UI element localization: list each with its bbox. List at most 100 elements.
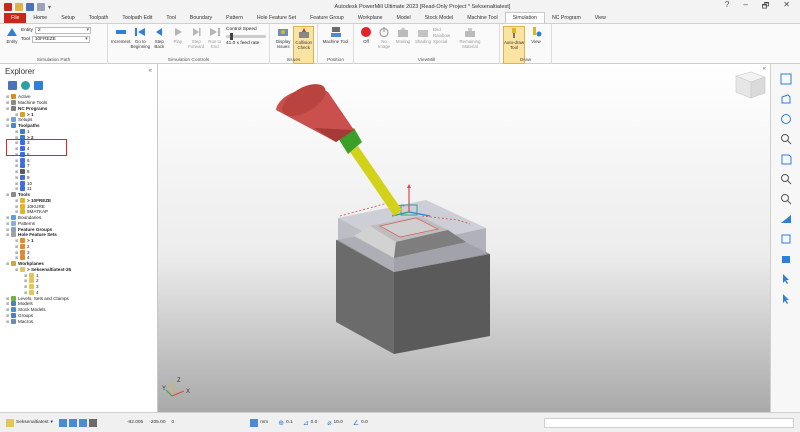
restore-button[interactable]: 🗗: [762, 0, 770, 14]
workplane-align-icon[interactable]: [78, 418, 87, 427]
explorer-view-icon[interactable]: [21, 81, 30, 90]
draw-group: Auto-draw Tool View Draw: [500, 24, 552, 64]
tab-workplane[interactable]: Workplane: [351, 13, 390, 23]
tree-item-icon: [20, 157, 25, 163]
snap-icon[interactable]: [68, 418, 77, 427]
refresh-icon[interactable]: [779, 152, 793, 166]
collision-check-icon: [298, 27, 310, 39]
help-button[interactable]: ?: [725, 0, 729, 14]
tree-item-label: > 1: [27, 238, 34, 244]
plane-icon[interactable]: [779, 212, 793, 226]
thickness-field[interactable]: ⊿ 0.0: [303, 419, 318, 427]
grid-icon[interactable]: [58, 418, 67, 427]
explorer-options-icon[interactable]: [8, 81, 17, 90]
coordinates: -82.005 -205.00 0: [127, 420, 174, 425]
3d-viewport[interactable]: « Z X Y: [158, 64, 770, 412]
tab-model[interactable]: Model: [390, 13, 418, 23]
tab-simulation[interactable]: Simulation: [504, 12, 545, 23]
iso-view-icon[interactable]: [779, 72, 793, 86]
minimize-button[interactable]: –: [743, 0, 747, 14]
viewmill-off-label: Off: [363, 39, 369, 44]
tree-item-icon: [20, 134, 25, 140]
zoom-box-icon[interactable]: [779, 192, 793, 206]
tab-hole-feature-set[interactable]: Hole Feature Set: [250, 13, 303, 23]
tree-item-label: Boundaries: [18, 215, 42, 221]
control-speed-label: Control Speed: [226, 27, 257, 32]
tab-home[interactable]: Home: [26, 13, 54, 23]
tab-feature-group[interactable]: Feature Group: [303, 13, 351, 23]
workplane-selector[interactable]: Seksenaltiatest ▾: [6, 418, 53, 427]
tree-item-label: 6: [27, 157, 30, 163]
tolerance-field[interactable]: ⊕ 0.1: [278, 419, 293, 427]
explorer-delete-icon[interactable]: [34, 81, 43, 90]
edit-icon[interactable]: [37, 3, 45, 11]
tree-item-icon: [20, 266, 25, 272]
viewmill-label: ViewMill: [417, 58, 436, 63]
tree-item-label: > 1: [27, 111, 34, 117]
angle-value: 0.0: [361, 420, 368, 425]
tab-toolpath[interactable]: Toolpath: [82, 13, 116, 23]
tree-item-label: 10: [27, 180, 33, 186]
power-icon: [378, 26, 390, 38]
tool-label: Tool: [21, 37, 30, 42]
tab-file[interactable]: File: [4, 13, 27, 23]
view-toolbar: [770, 64, 800, 412]
chevron-down-icon: ▾: [50, 420, 53, 425]
moving-label: Moving: [395, 39, 411, 44]
tab-toolpath-edit[interactable]: Toolpath Edit: [115, 13, 159, 23]
tree-item-label: > Seksenaltiatest-25: [27, 266, 72, 272]
tab-nc-program[interactable]: NC Program: [545, 13, 588, 23]
shading-option-special[interactable]: Special: [433, 39, 457, 44]
tree-item-icon: [20, 186, 25, 192]
tool-dropdown[interactable]: 10FREZE: [31, 36, 90, 43]
cube-icon[interactable]: [779, 252, 793, 266]
display-issues-label: Display Issues: [276, 39, 291, 49]
tree-item-label: Levels, Sets and Clamps: [18, 295, 69, 301]
tree-item-icon: [11, 295, 16, 301]
thickness-icon: ⊿: [302, 419, 309, 427]
no-image-label: No Image: [377, 39, 391, 49]
calculator-icon[interactable]: [88, 418, 97, 427]
shading-option-bird[interactable]: Bird: [433, 27, 457, 32]
entity-label: Entity: [21, 28, 33, 33]
entity-dropdown[interactable]: 2: [35, 27, 91, 34]
zoom-in-icon[interactable]: [779, 172, 793, 186]
tree-item-label: Tools: [18, 192, 30, 198]
issues-group: Display Issues Collision Check Issues: [270, 24, 318, 64]
tab-pattern[interactable]: Pattern: [219, 13, 250, 23]
tree-item-icon: [11, 261, 16, 267]
tab-machine-tool[interactable]: Machine Tool: [460, 13, 504, 23]
tree-item[interactable]: ⊞ Macros: [6, 318, 157, 324]
diameter-field[interactable]: ⌀ 10.0: [327, 419, 343, 427]
shading-icon: [417, 26, 429, 38]
save-icon[interactable]: [26, 3, 34, 11]
zoom-icon[interactable]: [779, 132, 793, 146]
tab-view[interactable]: View: [588, 13, 613, 23]
wireframe-icon[interactable]: [779, 232, 793, 246]
tab-tool[interactable]: Tool: [159, 13, 183, 23]
axis-z-label: Z: [177, 378, 181, 384]
front-view-icon[interactable]: [779, 92, 793, 106]
draw-label: Draw: [519, 58, 532, 63]
select-icon[interactable]: [779, 272, 793, 286]
speed-slider[interactable]: [226, 33, 266, 40]
units-selector[interactable]: mm: [250, 418, 268, 427]
angle-field[interactable]: ∠ 0.0: [353, 419, 368, 427]
qat-menu-icon[interactable]: ▾: [48, 4, 51, 11]
tab-boundary[interactable]: Boundary: [183, 13, 219, 23]
pointer-icon[interactable]: [779, 292, 793, 306]
view-cube[interactable]: [735, 71, 766, 99]
tab-setup[interactable]: Setup: [54, 13, 82, 23]
shaded-view-icon[interactable]: [779, 112, 793, 126]
speed-slider-knob[interactable]: [230, 33, 234, 40]
tab-stock-model[interactable]: Stock Model: [418, 13, 461, 23]
tree-item-label: > 10FREZE: [27, 197, 52, 203]
tree-item-icon: [20, 151, 25, 157]
shading-option-rainbow[interactable]: Rainbow: [433, 33, 457, 38]
explorer-close-icon[interactable]: «: [149, 68, 152, 74]
tree-item-label: Machine Tools: [18, 100, 48, 106]
tree-item-label: Workplanes: [18, 261, 44, 267]
open-icon[interactable]: [15, 3, 23, 11]
close-button[interactable]: ✕: [783, 0, 790, 14]
tree-item-icon: [11, 100, 16, 106]
